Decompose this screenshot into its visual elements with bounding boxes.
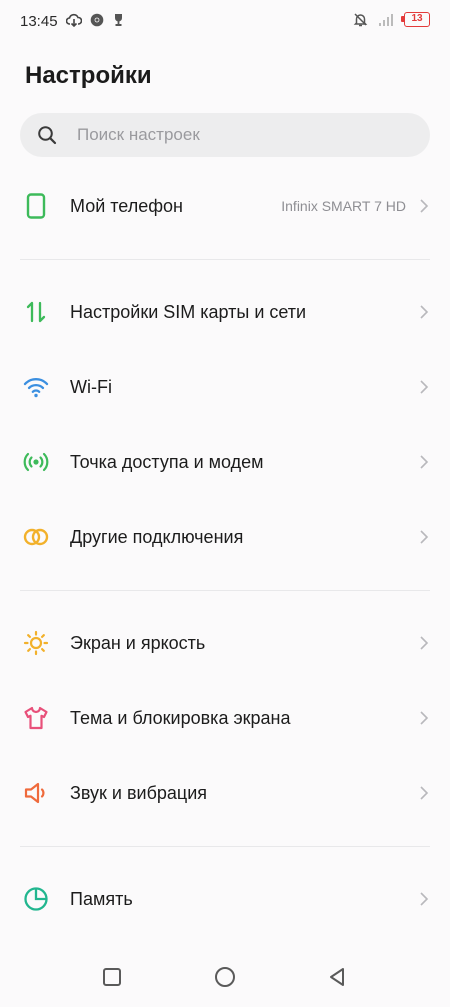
navigation-bar bbox=[0, 950, 450, 1007]
settings-item-label: Экран и яркость bbox=[70, 632, 206, 653]
search-input[interactable] bbox=[75, 124, 399, 146]
sun-icon bbox=[22, 629, 50, 657]
settings-item-label: Тема и блокировка экрана bbox=[70, 707, 291, 728]
linked-rings-icon bbox=[22, 523, 50, 551]
settings-item-sim-network[interactable]: Настройки SIM карты и сети bbox=[0, 284, 450, 340]
cloud-download-icon bbox=[66, 13, 82, 27]
section-divider bbox=[20, 259, 430, 260]
bell-off-icon bbox=[353, 13, 368, 27]
chevron-right-icon bbox=[420, 455, 429, 469]
status-system-icons: 13 bbox=[353, 12, 430, 27]
triangle-back-icon bbox=[330, 968, 344, 986]
shirt-icon bbox=[22, 704, 50, 732]
sim-arrows-icon bbox=[22, 298, 50, 326]
status-time: 13:45 bbox=[20, 13, 58, 30]
pie-chart-icon bbox=[22, 885, 50, 913]
chevron-right-icon bbox=[420, 786, 429, 800]
signal-icon bbox=[379, 13, 393, 26]
hotspot-icon bbox=[22, 448, 50, 476]
settings-item-label: Точка доступа и модем bbox=[70, 451, 264, 472]
home-button[interactable] bbox=[210, 962, 240, 992]
settings-item-display[interactable]: Экран и яркость bbox=[0, 615, 450, 671]
chevron-right-icon bbox=[420, 636, 429, 650]
settings-item-label: Память bbox=[70, 888, 133, 909]
trophy-icon bbox=[115, 14, 122, 26]
chevron-right-icon bbox=[420, 711, 429, 725]
phone-icon bbox=[22, 192, 50, 220]
chevron-right-icon bbox=[420, 199, 429, 213]
speaker-icon bbox=[22, 779, 50, 807]
status-notification-icons bbox=[66, 13, 125, 27]
search-icon bbox=[38, 126, 57, 145]
battery-icon: 13 bbox=[401, 12, 430, 27]
settings-item-label: Звук и вибрация bbox=[70, 782, 208, 803]
chevron-right-icon bbox=[420, 305, 429, 319]
settings-item-hotspot[interactable]: Точка доступа и модем bbox=[0, 434, 450, 490]
chevron-right-icon bbox=[420, 530, 429, 544]
wifi-icon bbox=[22, 373, 50, 401]
settings-item-other-connections[interactable]: Другие подключения bbox=[0, 509, 450, 565]
section-divider bbox=[20, 590, 430, 591]
status-bar: 13:45 13 bbox=[0, 0, 450, 44]
section-divider bbox=[20, 846, 430, 847]
settings-item-value: Infinix SMART 7 HD bbox=[281, 198, 406, 214]
settings-item-theme-lockscreen[interactable]: Тема и блокировка экрана bbox=[0, 690, 450, 746]
chevron-right-icon bbox=[420, 892, 429, 906]
page-title: Настройки bbox=[25, 62, 152, 89]
settings-item-label: Мой телефон bbox=[70, 195, 183, 216]
chevron-right-icon bbox=[420, 380, 429, 394]
circle-icon bbox=[215, 967, 235, 987]
square-icon bbox=[103, 968, 121, 986]
settings-item-label: Wi-Fi bbox=[70, 376, 112, 397]
recents-button[interactable] bbox=[97, 962, 127, 992]
settings-item-wifi[interactable]: Wi-Fi bbox=[0, 359, 450, 415]
settings-item-label: Другие подключения bbox=[70, 526, 244, 547]
back-button[interactable] bbox=[322, 962, 352, 992]
settings-item-sound-vibration[interactable]: Звук и вибрация bbox=[0, 765, 450, 821]
settings-item-my-phone[interactable]: Мой телефон Infinix SMART 7 HD bbox=[0, 178, 450, 234]
search-bar[interactable] bbox=[20, 113, 430, 157]
settings-item-storage[interactable]: Память bbox=[0, 871, 450, 927]
chrome-icon bbox=[90, 13, 104, 27]
settings-item-label: Настройки SIM карты и сети bbox=[70, 301, 307, 322]
